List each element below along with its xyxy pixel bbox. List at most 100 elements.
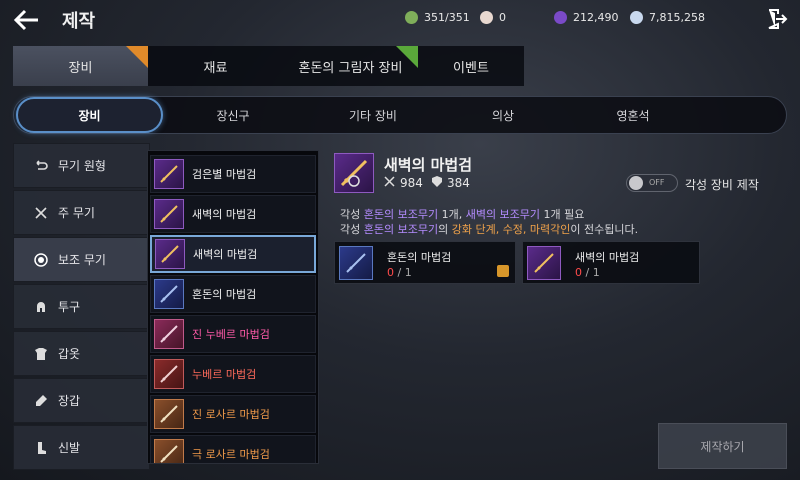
req-highlight: 혼돈의 보조무기 xyxy=(363,208,439,221)
material-need: 1 xyxy=(592,266,600,279)
material-count: 0 / 1 xyxy=(387,266,412,279)
tab-event[interactable]: 이벤트 xyxy=(418,46,524,86)
selected-item-name: 새벽의 마법검 xyxy=(384,156,473,174)
silver-value: 7,815,258 xyxy=(649,10,705,24)
armor-icon xyxy=(34,347,48,361)
category-list: 무기 원형 주 무기 보조 무기 투구 갑옷 장갑 신발 xyxy=(13,143,150,471)
awaken-toggle[interactable]: OFF xyxy=(626,174,678,192)
subtab-soulstone[interactable]: 영혼석 xyxy=(564,97,702,133)
selected-item-icon xyxy=(334,153,374,193)
category-label: 갑옷 xyxy=(58,347,81,361)
category-main-weapon[interactable]: 주 무기 xyxy=(13,190,150,235)
category-gloves[interactable]: 장갑 xyxy=(13,378,150,423)
category-boots[interactable]: 신발 xyxy=(13,425,150,470)
craft-button[interactable]: 제작하기 xyxy=(658,423,787,469)
tab-materials[interactable]: 재료 xyxy=(148,46,283,86)
page-title: 제작 xyxy=(62,11,96,32)
item-name: 혼돈의 마법검 xyxy=(192,288,257,301)
req-text: 각성 xyxy=(340,208,364,221)
subtab-other-equipment[interactable]: 기타 장비 xyxy=(304,97,442,133)
req-text: 각성 xyxy=(340,223,364,236)
resource-silver: 7,815,258 xyxy=(630,9,705,25)
subtab-accessories[interactable]: 장신구 xyxy=(164,97,302,133)
material-need: 1 xyxy=(404,266,412,279)
category-label: 주 무기 xyxy=(58,206,95,220)
tab-equipment[interactable]: 장비 xyxy=(13,46,148,86)
resource-pearl: 0 xyxy=(480,9,506,25)
item-name: 검은별 마법검 xyxy=(192,168,257,181)
sub-tabs: 장비 장신구 기타 장비 의상 영혼석 xyxy=(13,96,787,134)
helmet-icon xyxy=(34,300,48,314)
category-helmet[interactable]: 투구 xyxy=(13,284,150,329)
item-list: 검은별 마법검 새벽의 마법검 새벽의 마법검 혼돈의 마법검 진 누베르 마법… xyxy=(147,150,319,464)
material-name: 새벽의 마법검 xyxy=(575,251,640,264)
category-label: 신발 xyxy=(58,441,81,455)
defense-stat: 384 xyxy=(432,176,470,190)
tab-label: 혼돈의 그림자 장비 xyxy=(298,60,403,76)
subtab-costume[interactable]: 의상 xyxy=(434,97,572,133)
silver-icon xyxy=(630,10,643,24)
tab-label: 장비 xyxy=(68,60,93,76)
magic-sword-icon xyxy=(154,319,184,349)
tab-label: 재료 xyxy=(203,60,228,76)
magic-sword-icon xyxy=(154,279,184,309)
item-name: 새벽의 마법검 xyxy=(192,208,257,221)
main-tabs: 장비 재료 혼돈의 그림자 장비 이벤트 xyxy=(13,46,524,86)
shop-badge-icon xyxy=(497,265,509,277)
attack-value: 984 xyxy=(400,176,423,190)
tab-label: 이벤트 xyxy=(453,60,489,76)
restore-icon xyxy=(34,159,48,173)
list-item[interactable]: 새벽의 마법검 xyxy=(150,195,316,233)
subtab-equipment[interactable]: 장비 xyxy=(16,97,163,133)
toggle-state: OFF xyxy=(649,178,665,187)
exit-icon[interactable] xyxy=(766,8,788,30)
list-item[interactable]: 혼돈의 마법검 xyxy=(150,275,316,313)
back-arrow-icon[interactable] xyxy=(12,6,42,34)
list-item-selected[interactable]: 새벽의 마법검 xyxy=(150,235,316,273)
resource-black-gem: 212,490 xyxy=(554,9,619,25)
category-weapon-prototype[interactable]: 무기 원형 xyxy=(13,143,150,188)
item-name: 진 로사르 마법검 xyxy=(192,408,270,421)
black-gem-icon xyxy=(554,10,567,24)
target-icon xyxy=(34,252,48,267)
requirement-line-1: 각성 혼돈의 보조무기 1개, 새벽의 보조무기 1개 필요 xyxy=(340,206,584,222)
magic-sword-icon xyxy=(339,246,373,280)
material-name: 혼돈의 마법검 xyxy=(387,251,452,264)
tab-chaos-shadow-equipment[interactable]: 혼돈의 그림자 장비 xyxy=(283,46,418,86)
material-slot[interactable]: 새벽의 마법검 0 / 1 xyxy=(522,241,700,284)
list-item[interactable]: 누베르 마법검 xyxy=(150,355,316,393)
category-label: 무기 원형 xyxy=(58,159,106,173)
material-count: 0 / 1 xyxy=(575,266,600,279)
resource-stamina: 351/351 xyxy=(405,9,470,25)
new-badge-icon xyxy=(126,46,148,68)
stamina-icon xyxy=(405,10,418,24)
item-name: 진 누베르 마법검 xyxy=(192,328,270,341)
category-label: 보조 무기 xyxy=(58,253,106,267)
list-item[interactable]: 진 누베르 마법검 xyxy=(150,315,316,353)
material-slot[interactable]: 혼돈의 마법검 0 / 1 xyxy=(334,241,516,284)
requirement-line-2: 각성 혼돈의 보조무기의 강화 단계, 수정, 마력각인이 전수됩니다. xyxy=(340,221,638,237)
category-label: 장갑 xyxy=(58,394,81,408)
category-sub-weapon[interactable]: 보조 무기 xyxy=(13,237,150,282)
list-item[interactable]: 검은별 마법검 xyxy=(150,155,316,193)
attack-stat: 984 xyxy=(384,176,423,190)
awaken-toggle-label: 각성 장비 제작 xyxy=(685,178,759,192)
magic-sword-icon xyxy=(154,439,184,463)
count-separator: / xyxy=(394,266,405,279)
boot-icon xyxy=(34,441,48,455)
category-armor[interactable]: 갑옷 xyxy=(13,331,150,376)
req-text: 1개 필요 xyxy=(540,208,585,221)
top-bar: 제작 351/351 0 212,490 7,815,258 xyxy=(0,0,800,40)
req-highlight: 혼돈의 보조무기 xyxy=(363,223,439,236)
crossed-swords-icon xyxy=(34,206,48,220)
item-name: 누베르 마법검 xyxy=(192,368,257,381)
req-highlight: 강화 단계, 수정, 마력각인 xyxy=(451,223,571,236)
magic-sword-icon xyxy=(154,159,184,189)
toggle-knob xyxy=(629,176,643,190)
item-name: 극 로사르 마법검 xyxy=(192,448,270,461)
list-item[interactable]: 극 로사르 마법검 xyxy=(150,435,316,463)
black-gem-value: 212,490 xyxy=(573,10,619,24)
material-have: 0 xyxy=(575,266,582,279)
list-item[interactable]: 진 로사르 마법검 xyxy=(150,395,316,433)
req-text: 의 xyxy=(438,223,452,236)
